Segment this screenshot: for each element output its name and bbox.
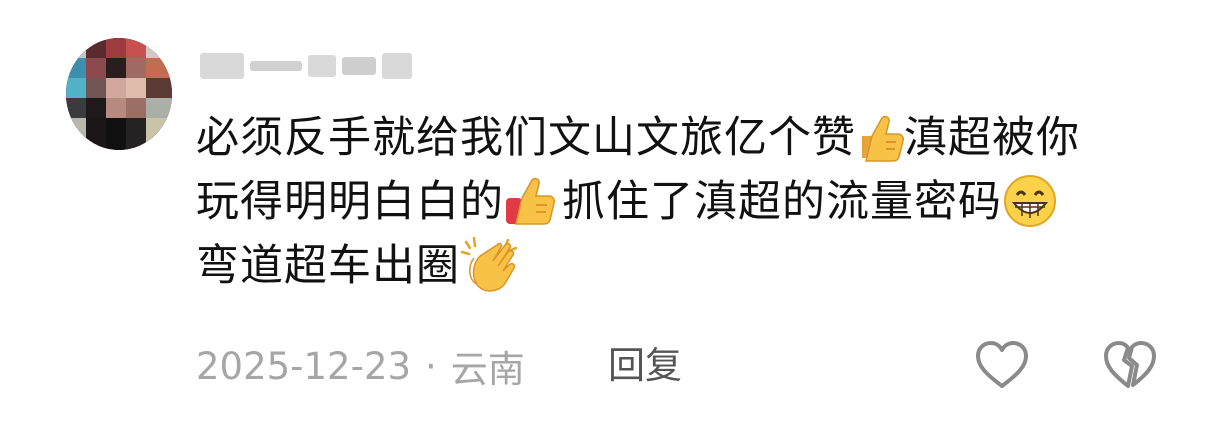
thumbs-up-emoji — [506, 177, 555, 225]
comment-text-segment: 弯道超车出圈 — [196, 241, 460, 291]
comment-location: 云南 — [450, 348, 525, 391]
clapping-hands-emoji — [460, 236, 518, 292]
heart-outline-icon — [976, 341, 1028, 388]
username-redacted[interactable] — [200, 46, 412, 86]
comment-text: 必须反手就给我们文山文旅亿个赞 滇超被你 玩得明明白白的 抓住了滇超的流量密码 … — [196, 106, 1186, 298]
comment-line: 弯道超车出圈 — [196, 234, 1186, 298]
comment-text-segment: 必须反手就给我们文山文旅亿个赞 — [196, 113, 856, 163]
avatar[interactable] — [66, 38, 172, 150]
like-button[interactable] — [974, 338, 1030, 394]
comment-text-segment: 抓住了滇超的流量密码 — [562, 177, 1002, 227]
comment-text-segment: 玩得明明白白的 — [196, 177, 504, 227]
grinning-emoji — [1004, 174, 1056, 227]
meta-separator: · — [425, 344, 437, 388]
comment-meta: 2025-12-23 · 云南 — [196, 340, 525, 392]
thumbs-up-emoji — [862, 115, 904, 162]
comment-text-segment: 滇超被你 — [904, 113, 1080, 163]
comment-line: 玩得明明白白的 抓住了滇超的流量密码 — [196, 170, 1186, 234]
comment-line: 必须反手就给我们文山文旅亿个赞 滇超被你 — [196, 106, 1186, 170]
reply-button[interactable]: 回复 — [608, 340, 682, 392]
comment-date: 2025-12-23 — [196, 344, 412, 388]
dislike-button[interactable] — [1102, 338, 1158, 394]
comment-item: 必须反手就给我们文山文旅亿个赞 滇超被你 玩得明明白白的 抓住了滇超的流量密码 … — [0, 0, 1220, 421]
broken-heart-icon — [1104, 341, 1156, 388]
